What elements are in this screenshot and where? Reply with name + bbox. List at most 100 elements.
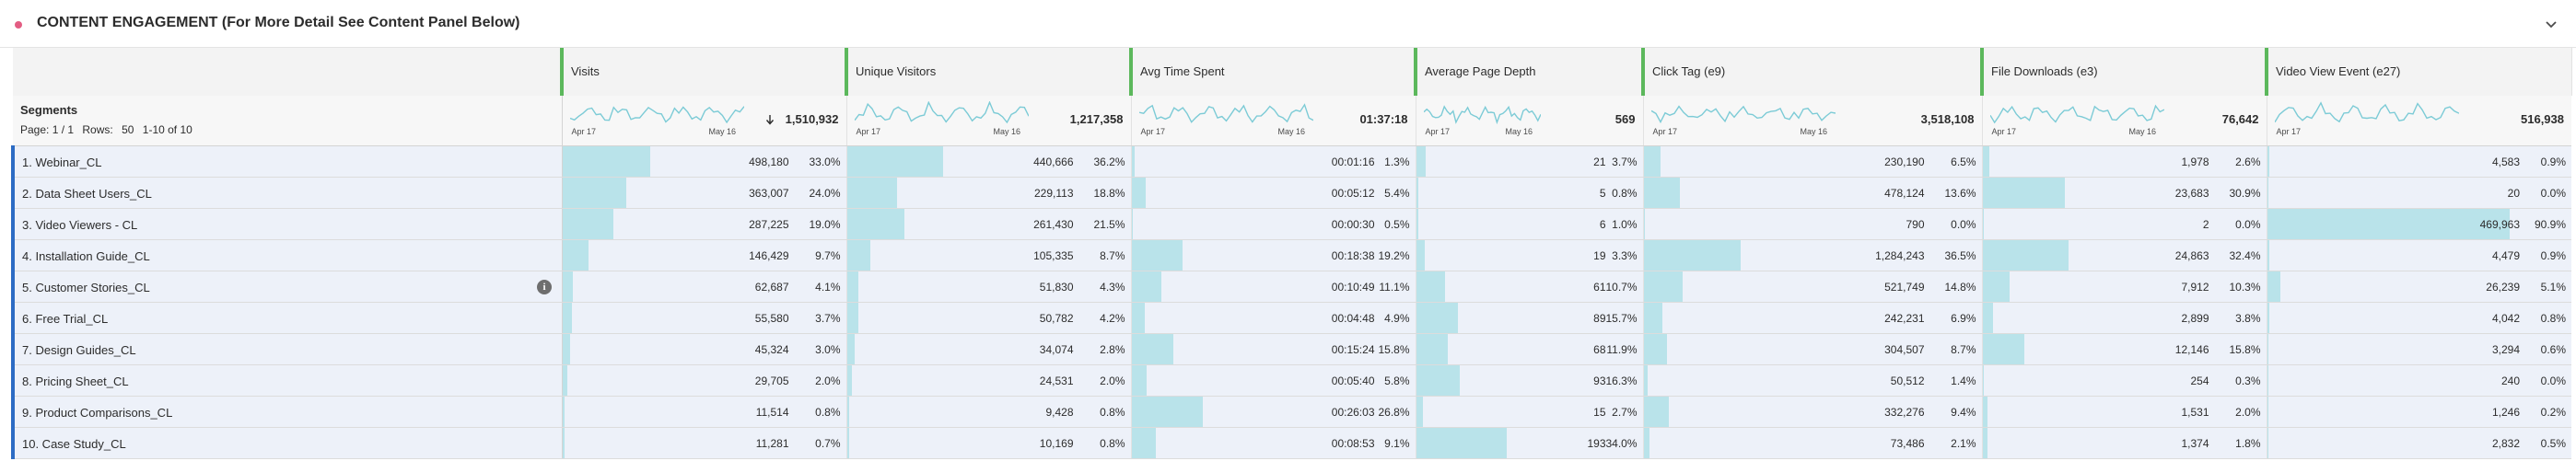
segment-cell[interactable]: 6. Free Trial_CL bbox=[11, 302, 563, 334]
metric-cell[interactable]: 00:26:03 26.8% bbox=[1130, 396, 1416, 428]
metric-cell[interactable]: 1,531 2.0% bbox=[1981, 396, 2267, 428]
metric-cell[interactable]: 230,190 6.5% bbox=[1642, 145, 1982, 178]
metric-cell[interactable]: 11,281 0.7% bbox=[561, 427, 846, 459]
metric-cell[interactable]: 68 11.9% bbox=[1415, 333, 1643, 365]
pager-rows-select[interactable]: 50 bbox=[122, 123, 134, 136]
table-row[interactable]: 4. Installation Guide_CL 146,429 9.7% 105,3… bbox=[11, 239, 2571, 271]
table-row[interactable]: 5. Customer Stories_CL i 62,687 4.1% 51,830 4… bbox=[11, 271, 2571, 303]
metric-cell[interactable]: 240 0.0% bbox=[2266, 364, 2571, 397]
table-row[interactable]: 6. Free Trial_CL 55,580 3.7% 50,782 4.2% 00:0… bbox=[11, 302, 2571, 334]
metric-cell[interactable]: 00:18:38 19.2% bbox=[1130, 239, 1416, 271]
metric-cell[interactable]: 26,239 5.1% bbox=[2266, 271, 2571, 303]
segment-cell[interactable]: 8. Pricing Sheet_CL bbox=[11, 364, 563, 397]
metric-header-6[interactable]: Video View Event (e27) bbox=[2265, 48, 2572, 96]
segment-cell[interactable]: 2. Data Sheet Users_CL bbox=[11, 177, 563, 209]
segment-cell[interactable]: 7. Design Guides_CL bbox=[11, 333, 563, 365]
table-row[interactable]: 9. Product Comparisons_CL 11,514 0.8% 9,428… bbox=[11, 396, 2571, 428]
segment-cell[interactable]: 9. Product Comparisons_CL bbox=[11, 396, 563, 428]
segment-cell[interactable]: 4. Installation Guide_CL bbox=[11, 239, 563, 271]
table-row[interactable]: 7. Design Guides_CL 45,324 3.0% 34,074 2.8% 0… bbox=[11, 333, 2571, 365]
metric-header-5[interactable]: File Downloads (e3) bbox=[1980, 48, 2267, 96]
metric-cell[interactable]: 1,284,243 36.5% bbox=[1642, 239, 1982, 271]
table-row[interactable]: 10. Case Study_CL 11,281 0.7% 10,169 0.8% 00:… bbox=[11, 427, 2571, 459]
metric-cell[interactable]: 498,180 33.0% bbox=[561, 145, 846, 178]
metric-cell[interactable]: 229,113 18.8% bbox=[845, 177, 1131, 209]
metric-cell[interactable]: 24,531 2.0% bbox=[845, 364, 1131, 397]
metric-cell[interactable]: 00:10:49 11.1% bbox=[1130, 271, 1416, 303]
metric-cell[interactable]: 10,169 0.8% bbox=[845, 427, 1131, 459]
metric-cell[interactable]: 73,486 2.1% bbox=[1642, 427, 1982, 459]
metric-cell[interactable]: 1,374 1.8% bbox=[1981, 427, 2267, 459]
segment-cell[interactable]: 5. Customer Stories_CL i bbox=[11, 271, 563, 303]
metric-cell[interactable]: 50,512 1.4% bbox=[1642, 364, 1982, 397]
metric-header-4[interactable]: Click Tag (e9) bbox=[1641, 48, 1983, 96]
metric-cell[interactable]: 11,514 0.8% bbox=[561, 396, 846, 428]
chevron-down-icon[interactable] bbox=[2543, 16, 2559, 32]
table-row[interactable]: 1. Webinar_CL 498,180 33.0% 440,666 36.2% 00:… bbox=[11, 145, 2571, 178]
segment-cell[interactable]: 3. Video Viewers - CL bbox=[11, 208, 563, 240]
metric-cell[interactable]: 4,042 0.8% bbox=[2266, 302, 2571, 334]
metric-cell[interactable]: 2,832 0.5% bbox=[2266, 427, 2571, 459]
info-icon[interactable]: i bbox=[537, 279, 552, 294]
metric-cell[interactable]: 1,246 0.2% bbox=[2266, 396, 2571, 428]
metric-cell[interactable]: 62,687 4.1% bbox=[561, 271, 846, 303]
metric-cell[interactable]: 332,276 9.4% bbox=[1642, 396, 1982, 428]
metric-cell[interactable]: 6 1.0% bbox=[1415, 208, 1643, 240]
metric-cell[interactable]: 521,749 14.8% bbox=[1642, 271, 1982, 303]
metric-cell[interactable]: 50,782 4.2% bbox=[845, 302, 1131, 334]
sort-descending-icon[interactable] bbox=[765, 114, 775, 125]
metric-cell[interactable]: 21 3.7% bbox=[1415, 145, 1643, 178]
metric-cell[interactable]: 00:08:53 9.1% bbox=[1130, 427, 1416, 459]
metric-cell[interactable]: 2 0.0% bbox=[1981, 208, 2267, 240]
metric-cell[interactable]: 00:00:30 0.5% bbox=[1130, 208, 1416, 240]
metric-header-2[interactable]: Avg Time Spent bbox=[1129, 48, 1416, 96]
metric-cell[interactable]: 51,830 4.3% bbox=[845, 271, 1131, 303]
metric-cell[interactable]: 15 2.7% bbox=[1415, 396, 1643, 428]
metric-cell[interactable]: 105,335 8.7% bbox=[845, 239, 1131, 271]
metric-cell[interactable]: 45,324 3.0% bbox=[561, 333, 846, 365]
metric-cell[interactable]: 00:15:24 15.8% bbox=[1130, 333, 1416, 365]
metric-cell[interactable]: 440,666 36.2% bbox=[845, 145, 1131, 178]
metric-cell[interactable]: 261,430 21.5% bbox=[845, 208, 1131, 240]
metric-cell[interactable]: 478,124 13.6% bbox=[1642, 177, 1982, 209]
metric-cell[interactable]: 00:05:40 5.8% bbox=[1130, 364, 1416, 397]
metric-cell[interactable]: 23,683 30.9% bbox=[1981, 177, 2267, 209]
metric-cell[interactable]: 9,428 0.8% bbox=[845, 396, 1131, 428]
segment-cell[interactable]: 10. Case Study_CL bbox=[11, 427, 563, 459]
metric-header-1[interactable]: Unique Visitors bbox=[845, 48, 1132, 96]
metric-cell[interactable]: 193 34.0% bbox=[1415, 427, 1643, 459]
metric-cell[interactable]: 4,479 0.9% bbox=[2266, 239, 2571, 271]
metric-cell[interactable]: 7,912 10.3% bbox=[1981, 271, 2267, 303]
metric-cell[interactable]: 363,007 24.0% bbox=[561, 177, 846, 209]
metric-cell[interactable]: 55,580 3.7% bbox=[561, 302, 846, 334]
metric-cell[interactable]: 4,583 0.9% bbox=[2266, 145, 2571, 178]
metric-cell[interactable]: 5 0.8% bbox=[1415, 177, 1643, 209]
metric-header-3[interactable]: Average Page Depth bbox=[1414, 48, 1644, 96]
metric-cell[interactable]: 2,899 3.8% bbox=[1981, 302, 2267, 334]
metric-cell[interactable]: 12,146 15.8% bbox=[1981, 333, 2267, 365]
metric-cell[interactable]: 61 10.7% bbox=[1415, 271, 1643, 303]
metric-cell[interactable]: 146,429 9.7% bbox=[561, 239, 846, 271]
metric-cell[interactable]: 34,074 2.8% bbox=[845, 333, 1131, 365]
metric-cell[interactable]: 24,863 32.4% bbox=[1981, 239, 2267, 271]
segment-cell[interactable]: 1. Webinar_CL bbox=[11, 145, 563, 178]
metric-cell[interactable]: 93 16.3% bbox=[1415, 364, 1643, 397]
metric-cell[interactable]: 304,507 8.7% bbox=[1642, 333, 1982, 365]
metric-header-0[interactable]: Visits bbox=[560, 48, 847, 96]
metric-cell[interactable]: 00:01:16 1.3% bbox=[1130, 145, 1416, 178]
metric-cell[interactable]: 254 0.3% bbox=[1981, 364, 2267, 397]
metric-cell[interactable]: 00:05:12 5.4% bbox=[1130, 177, 1416, 209]
metric-cell[interactable]: 242,231 6.9% bbox=[1642, 302, 1982, 334]
metric-cell[interactable]: 19 3.3% bbox=[1415, 239, 1643, 271]
metric-cell[interactable]: 3,294 0.6% bbox=[2266, 333, 2571, 365]
metric-cell[interactable]: 20 0.0% bbox=[2266, 177, 2571, 209]
metric-cell[interactable]: 1,978 2.6% bbox=[1981, 145, 2267, 178]
table-row[interactable]: 2. Data Sheet Users_CL 363,007 24.0% 229,11… bbox=[11, 177, 2571, 209]
metric-cell[interactable]: 89 15.7% bbox=[1415, 302, 1643, 334]
metric-cell[interactable]: 29,705 2.0% bbox=[561, 364, 846, 397]
metric-cell[interactable]: 469,963 90.9% bbox=[2266, 208, 2571, 240]
table-row[interactable]: 8. Pricing Sheet_CL 29,705 2.0% 24,531 2.0% 0… bbox=[11, 364, 2571, 397]
table-row[interactable]: 3. Video Viewers - CL 287,225 19.0% 261,430… bbox=[11, 208, 2571, 240]
metric-cell[interactable]: 287,225 19.0% bbox=[561, 208, 846, 240]
metric-cell[interactable]: 790 0.0% bbox=[1642, 208, 1982, 240]
